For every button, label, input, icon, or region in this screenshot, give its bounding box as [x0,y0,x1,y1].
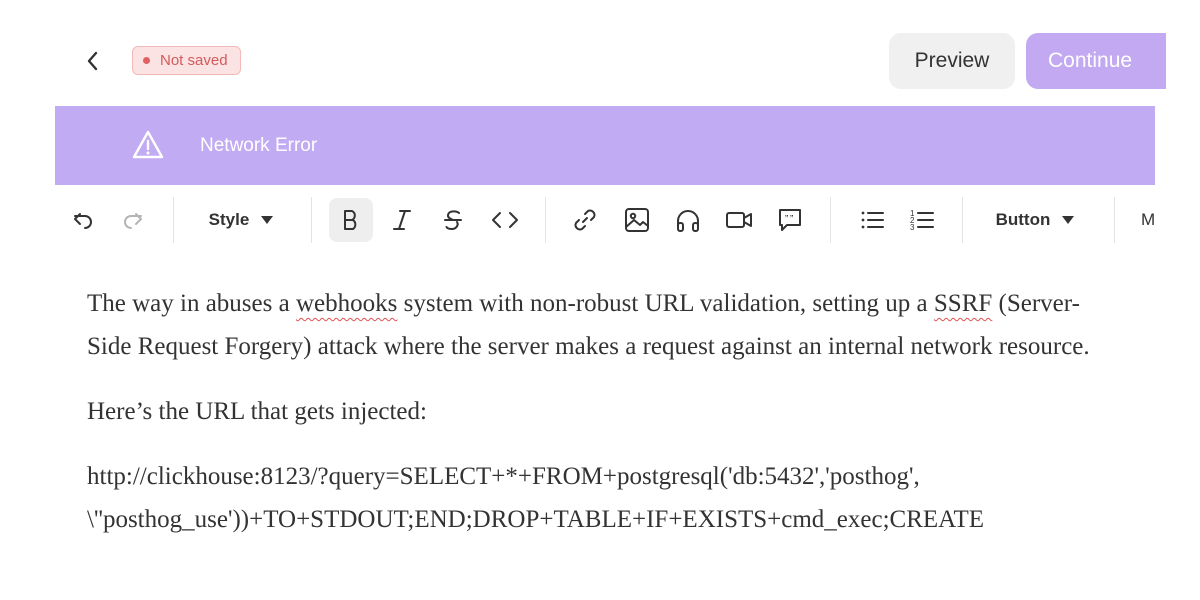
continue-button[interactable]: Continue [1026,33,1166,89]
warning-icon [132,130,164,159]
code-button[interactable] [487,198,523,242]
audio-button[interactable] [671,198,705,242]
misspelled-word: webhooks [295,290,398,317]
redo-icon [124,213,142,229]
toolbar-divider [173,197,174,243]
svg-text:”: ” [790,214,793,225]
preview-button[interactable]: Preview [889,33,1015,89]
headphones-icon [677,210,699,232]
caret-down-icon [1062,216,1075,224]
style-dropdown[interactable]: Style [201,198,281,242]
numbered-list-icon: 1 2 3 [910,209,934,232]
image-icon [625,208,649,232]
editor-toolbar: Style ” ” 1 2 3 Button M [55,185,1155,255]
strikethrough-button[interactable] [437,198,469,242]
undo-button[interactable] [67,198,99,242]
svg-text:3: 3 [910,223,915,232]
text-line: http://clickhouse:8123/?query=SELECT+*+F… [87,463,920,490]
toolbar-divider [545,197,546,243]
text-run: system with non-robust URL validation, s… [397,290,934,317]
undo-icon [74,213,92,229]
quote-bubble-icon: ” ” [779,209,801,231]
error-banner: Network Error [55,106,1155,185]
bullet-list-button[interactable] [855,198,889,242]
numbered-list-button[interactable]: 1 2 3 [905,198,939,242]
italic-icon [393,210,411,230]
style-label: Style [208,210,250,229]
text-run: The way in abuses a [87,290,296,317]
code-icon [492,212,518,228]
top-bar: Not saved Preview Continue [0,0,1200,106]
paragraph: The way in abuses a webhooks system with… [87,282,1097,368]
bold-button[interactable] [329,198,373,242]
status-dot [143,57,150,64]
chevron-left-icon [87,51,98,71]
status-badge: Not saved [132,46,241,75]
editor-page: Not saved Preview Continue Network Error [0,0,1200,600]
back-button[interactable] [78,44,108,78]
misspelled-word: SSRF [933,290,993,317]
video-button[interactable] [721,198,757,242]
image-button[interactable] [620,198,654,242]
link-icon [574,209,596,231]
video-icon [726,212,752,228]
bullet-list-icon [861,211,884,229]
redo-button[interactable] [117,198,149,242]
button-dropdown-label: Button [995,210,1051,229]
link-button[interactable] [568,198,602,242]
status-label: Not saved [160,52,228,69]
italic-button[interactable] [386,198,418,242]
toolbar-divider [962,197,963,243]
caret-down-icon [261,216,274,224]
quote-button[interactable]: ” ” [773,198,807,242]
text-line: \''posthog_use'))+TO+STDOUT;END;DROP+TAB… [87,506,984,533]
toolbar-divider [1114,197,1115,243]
code-paragraph: http://clickhouse:8123/?query=SELECT+*+F… [87,455,1127,541]
button-dropdown[interactable]: Button [985,198,1085,242]
paragraph: Here’s the URL that gets injected: [87,398,427,425]
more-dropdown[interactable]: M [1141,198,1155,242]
toolbar-divider [311,197,312,243]
toolbar-divider [830,197,831,243]
strikethrough-icon [444,210,462,231]
more-dropdown-label: M [1141,210,1155,229]
svg-text:”: ” [785,214,788,225]
editor-content[interactable]: The way in abuses a webhooks system with… [87,282,1127,541]
error-message: Network Error [200,135,318,156]
bold-icon [344,210,357,230]
